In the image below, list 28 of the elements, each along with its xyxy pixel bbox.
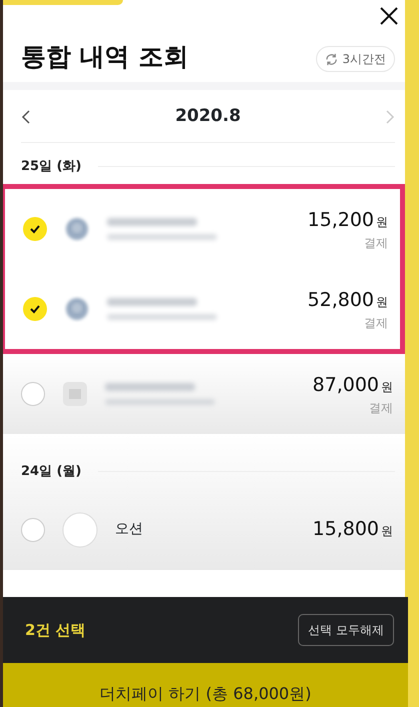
checkbox[interactable] [21,518,45,542]
month-label: 2020.8 [175,105,241,128]
currency-unit: 원 [381,378,393,396]
currency-unit: 원 [381,523,393,540]
currency-unit: 원 [376,214,388,231]
currency-unit: 원 [376,294,388,311]
amount: 87,000 [312,372,379,398]
dutch-pay-button[interactable]: 더치페이 하기 (총 68,000원) [3,663,408,707]
close-icon[interactable] [379,6,399,26]
page-title: 통합 내역 조회 [21,42,188,72]
amount: 52,800 [308,288,374,313]
amount: 15,200 [308,208,374,233]
selection-count: 2건 선택 [25,620,86,641]
checkbox[interactable] [23,217,47,241]
previous-icon[interactable] [21,108,31,125]
store-icon [61,510,99,548]
checkbox[interactable] [21,382,45,406]
day-header: 24일 (월) [21,463,82,481]
clear-selection-button[interactable]: 선택 모두해제 [298,614,394,646]
day-header: 25일 (화) [21,158,82,176]
refresh-icon [325,52,338,66]
refresh-button[interactable]: 3시간전 [316,46,395,72]
merchant-name: 오션 [115,520,144,539]
transaction-type: 결제 [364,315,388,332]
transaction-type: 결제 [369,400,393,418]
checkbox[interactable] [23,297,47,321]
amount: 15,800 [312,517,379,542]
transaction-type: 결제 [364,235,388,252]
